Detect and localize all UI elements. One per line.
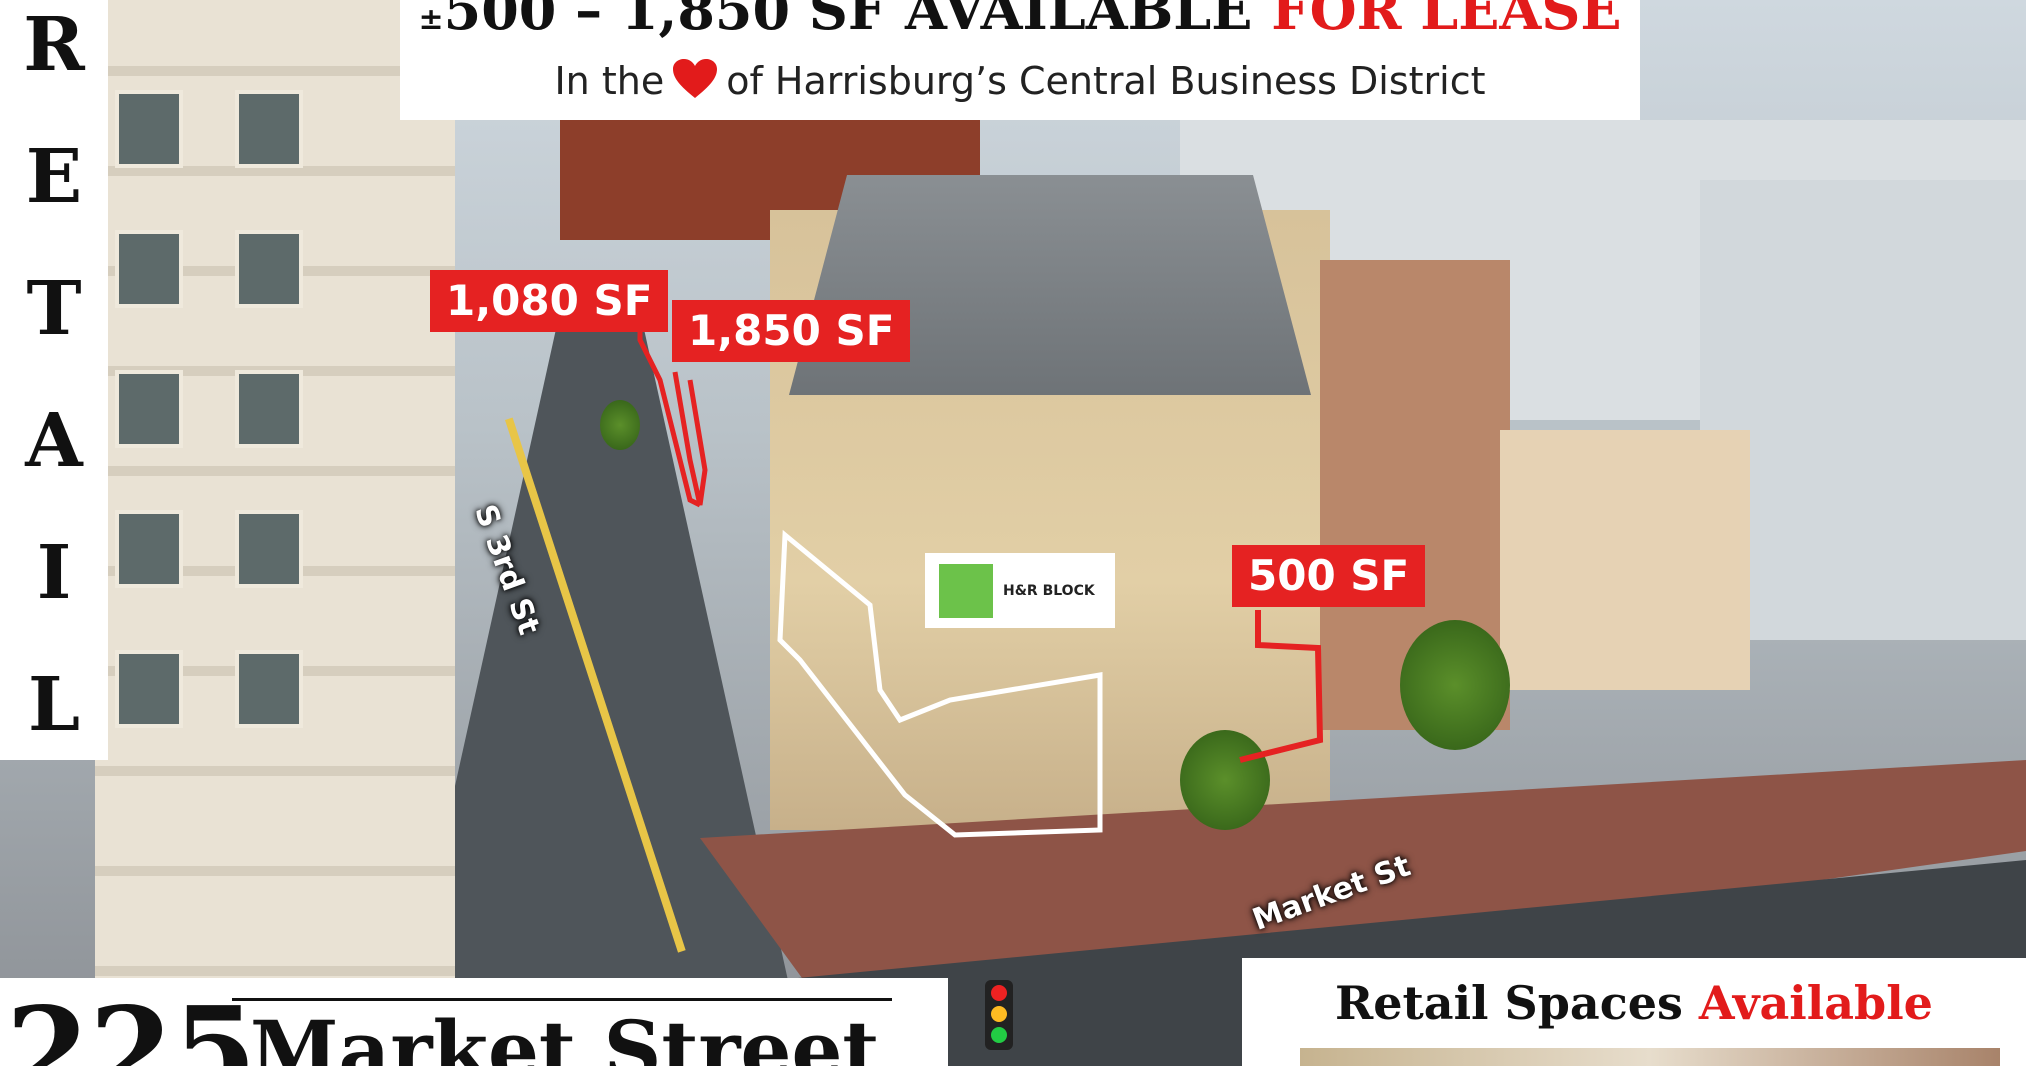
side-letter: E [25,134,83,220]
address-banner: 225 Market Street [0,978,948,1066]
headline-prefix: ± [418,2,444,37]
side-letter: A [25,398,83,484]
headline-highlight: FOR LEASE [1271,0,1622,42]
hr-block-logo [939,563,993,618]
tenant-sign: H&R BLOCK [925,553,1115,628]
cta-panel: Retail Spaces Available [1242,958,2026,1066]
space-label-500: 500 SF [1232,545,1426,608]
side-letter: I [36,530,72,616]
heart-icon [673,59,718,98]
space-label-1080: 1,080 SF [430,270,669,333]
tagline: In the of Harrisburg’s Central Business D… [400,58,1640,103]
headline: ±500 – 1,850 SF AVAILABLE FOR LEASE [400,0,1640,42]
cta-title-highlight: Available [1698,976,1933,1030]
cta-title-before: Retail Spaces [1335,976,1699,1030]
side-letter: T [26,266,82,352]
headline-range: 500 – 1,850 SF AVAILABLE [443,0,1272,42]
outline-500 [1239,610,1324,763]
side-letter: L [27,662,81,748]
side-letter: R [23,2,85,88]
tagline-before: In the [554,59,665,103]
tenant-sign-text: H&R BLOCK [1003,582,1095,599]
cta-photo-thumbnail [1300,1048,2000,1066]
outline-1850 [672,371,708,506]
tagline-after: of Harrisburg’s Central Business Distric… [726,59,1486,103]
address-number: 225 [6,981,257,1066]
space-outlines [637,310,1324,838]
space-label-1850: 1,850 SF [672,300,911,363]
address-street: Market Street [250,1003,880,1066]
traffic-light-icon [985,980,1013,1050]
address-rule [232,998,892,1001]
headline-banner: ±500 – 1,850 SF AVAILABLE FOR LEASE In t… [400,0,1640,120]
cta-title: Retail Spaces Available [1242,976,2026,1030]
side-word-retail: R E T A I L [0,0,108,760]
